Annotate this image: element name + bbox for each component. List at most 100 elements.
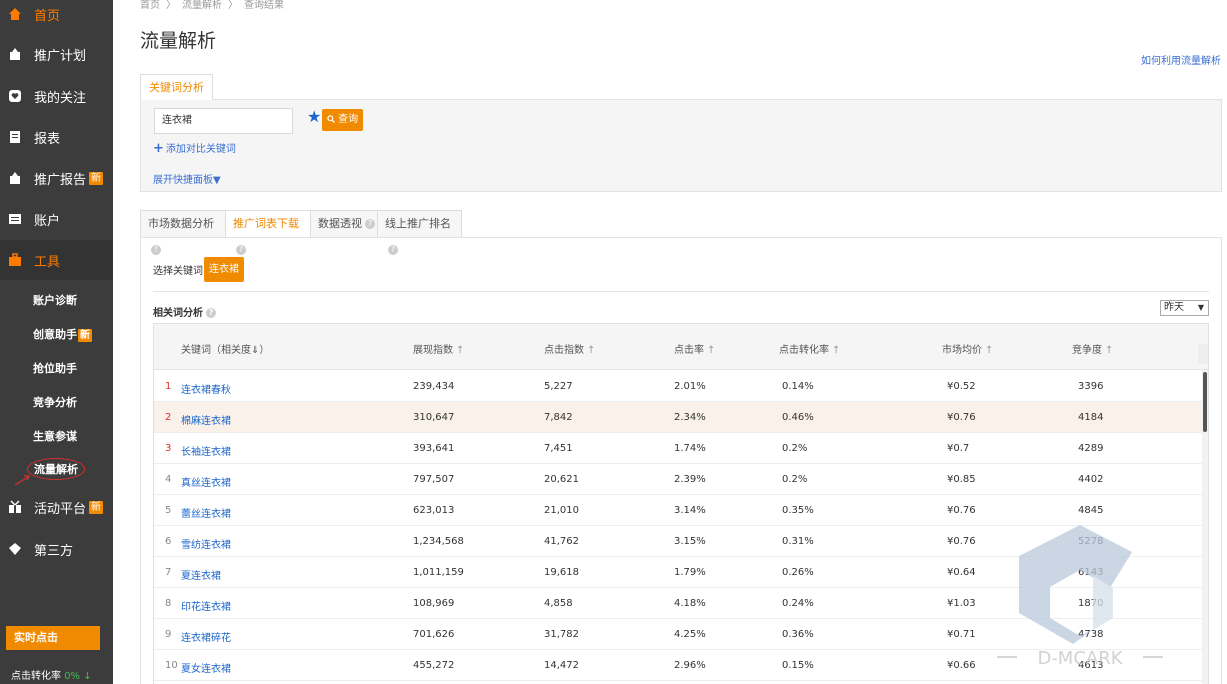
table-row[interactable]: 4 真丝连衣裙 797,507 20,621 2.39% 0.2% ¥0.85 4402	[154, 464, 1204, 495]
keyword-input[interactable]: 连衣裙	[154, 108, 293, 134]
keyword-link[interactable]: 雪纺连衣裙	[181, 536, 231, 551]
selected-keyword-chip[interactable]: 连衣裙	[204, 257, 244, 282]
tool-account-diagnosis[interactable]: 账户诊断	[33, 292, 77, 308]
col-show-index[interactable]: 展现指数 ↑	[413, 341, 464, 356]
cell-cvr: 0.24%	[782, 598, 814, 609]
tool-traffic-analysis[interactable]: 流量解析	[27, 458, 85, 480]
down-arrow-icon: ↓	[83, 671, 92, 682]
sidebar-item-plans[interactable]: 推广计划	[0, 34, 113, 74]
help-icon[interactable]: ?	[206, 308, 216, 318]
realtime-click-button[interactable]: 实时点击	[6, 626, 100, 650]
col-label: 点击转化率	[779, 345, 829, 356]
tool-creative-assistant[interactable]: 创意助手新	[33, 326, 92, 342]
scrollbar-thumb[interactable]	[1203, 372, 1207, 432]
table-row[interactable]: 5 蕾丝连衣裙 623,013 21,010 3.14% 0.35% ¥0.76 4845	[154, 495, 1204, 526]
tab-data-pivot[interactable]: 数据透视?	[310, 210, 378, 238]
sidebar-item-label: 推广计划	[34, 48, 87, 64]
cell-click-index: 20,621	[544, 474, 579, 485]
table-row[interactable]: 10 夏女连衣裙 455,272 14,472 2.96% 0.15% ¥0.66 4613	[154, 650, 1204, 681]
table-row[interactable]: 1 连衣裙春秋 239,434 5,227 2.01% 0.14% ¥0.52 3396	[154, 371, 1204, 402]
star-icon[interactable]: ★	[307, 109, 321, 125]
row-index: 4	[165, 474, 172, 485]
conversion-value: 0%	[64, 671, 81, 682]
sidebar-item-label: 工具	[34, 254, 61, 270]
breadcrumb-traffic[interactable]: 流量解析	[182, 0, 222, 11]
related-title-label: 相关词分析	[153, 308, 203, 319]
row-index: 1	[165, 381, 172, 392]
sidebar-item-account[interactable]: 账户	[0, 199, 113, 239]
table-row[interactable]: 9 连衣裙碎花 701,626 31,782 4.25% 0.36% ¥0.71 4738	[154, 619, 1204, 650]
cell-click-index: 14,472	[544, 660, 579, 671]
sort-arrow-icon: ↑	[832, 345, 841, 356]
table-row[interactable]: 2 棉麻连衣裙 310,647 7,842 2.34% 0.46% ¥0.76 4184	[154, 402, 1204, 433]
keyword-link[interactable]: 长袖连衣裙	[181, 443, 231, 458]
table-row[interactable]: 7 夏连衣裙 1,011,159 19,618 1.79% 0.26% ¥0.64 6143	[154, 557, 1204, 588]
sidebar-item-reports[interactable]: 报表	[0, 117, 113, 157]
cell-cvr: 0.2%	[782, 474, 808, 485]
add-compare-keyword-link[interactable]: + 添加对比关键词	[153, 140, 236, 156]
keyword-link[interactable]: 连衣裙春秋	[181, 381, 231, 396]
annotation-arrow-icon	[14, 475, 30, 486]
tool-label: 创意助手	[33, 328, 77, 341]
cell-cvr: 0.31%	[782, 536, 814, 547]
query-label: 查询	[338, 114, 359, 125]
col-price[interactable]: 市场均价 ↑	[942, 341, 993, 356]
breadcrumb-current: 查询结果	[244, 0, 284, 11]
breadcrumb-home[interactable]: 首页	[140, 0, 160, 11]
tool-rank-assistant[interactable]: 抢位助手	[33, 360, 77, 376]
col-label: 竞争度	[1072, 345, 1102, 356]
query-button[interactable]: 查询	[322, 109, 363, 131]
table-header: 关键词（相关度⇓） 展现指数 ↑ 点击指数 ↑ 点击率 ↑ 点击转化率 ↑ 市场均价 ↑ …	[154, 324, 1208, 370]
cell-cvr: 0.46%	[782, 412, 814, 423]
expand-quick-panel-link[interactable]: 展开快捷面板▼	[153, 171, 221, 186]
keyword-link[interactable]: 夏连衣裙	[181, 567, 221, 582]
cell-show-index: 108,969	[413, 598, 455, 609]
col-keyword[interactable]: 关键词（相关度⇓）	[181, 341, 269, 356]
tool-business-advisor[interactable]: 生意参谋	[33, 428, 77, 444]
keyword-link[interactable]: 真丝连衣裙	[181, 474, 231, 489]
keyword-link[interactable]: 连衣裙碎花	[181, 629, 231, 644]
keyword-link[interactable]: 棉麻连衣裙	[181, 412, 231, 427]
sidebar-item-follow[interactable]: 我的关注	[0, 76, 113, 116]
sidebar: 首页 推广计划 我的关注 报表 推广报告 新 账户 工具 账户诊断 创意助手新 …	[0, 0, 113, 684]
cell-cvr: 0.15%	[782, 660, 814, 671]
sidebar-item-home[interactable]: 首页	[0, 0, 113, 34]
cell-ctr: 2.96%	[674, 660, 706, 671]
col-click-index[interactable]: 点击指数 ↑	[544, 341, 595, 356]
row-index: 2	[165, 412, 172, 423]
col-label: 点击率	[674, 345, 704, 356]
sidebar-item-tools[interactable]: 工具	[0, 240, 113, 280]
col-ctr[interactable]: 点击率 ↑	[674, 341, 715, 356]
cell-show-index: 393,641	[413, 443, 455, 454]
search-icon	[327, 115, 335, 123]
tab-keyword-analysis[interactable]: 关键词分析	[140, 74, 213, 100]
sort-arrow-icon: ↑	[707, 345, 716, 356]
table-row[interactable]: 3 长袖连衣裙 393,641 7,451 1.74% 0.2% ¥0.7 4289	[154, 433, 1204, 464]
sidebar-item-third-party[interactable]: 第三方	[0, 529, 113, 569]
period-select[interactable]: 昨天 ▼	[1160, 300, 1209, 316]
sidebar-item-promo-report[interactable]: 推广报告 新	[0, 158, 113, 198]
tab-keyword-download[interactable]: 推广词表下载?	[225, 210, 311, 255]
tool-competition-analysis[interactable]: 竞争分析	[33, 394, 77, 410]
row-index: 6	[165, 536, 172, 547]
table-row[interactable]: 6 雪纺连衣裙 1,234,568 41,762 3.15% 0.31% ¥0.76 5278	[154, 526, 1204, 557]
table-row[interactable]: 8 印花连衣裙 108,969 4,858 4.18% 0.24% ¥1.03 1870	[154, 588, 1204, 619]
tab-label: 线上推广排名	[385, 217, 451, 230]
sort-arrow-icon: ↑	[1105, 345, 1114, 356]
col-competition[interactable]: 竞争度 ↑	[1072, 341, 1113, 356]
keyword-link[interactable]: 夏女连衣裙	[181, 660, 231, 675]
period-value: 昨天	[1164, 302, 1184, 313]
bag-icon	[8, 47, 22, 61]
cell-competition: 1870	[1078, 598, 1104, 609]
col-cvr[interactable]: 点击转化率 ↑	[779, 341, 840, 356]
help-icon[interactable]: ?	[365, 219, 375, 229]
keyword-link[interactable]: 蕾丝连衣裙	[181, 505, 231, 520]
cell-price: ¥1.03	[947, 598, 976, 609]
cell-price: ¥0.71	[947, 629, 976, 640]
sidebar-item-activities[interactable]: 活动平台 新	[0, 487, 113, 527]
tab-market-data[interactable]: 市场数据分析?	[140, 210, 226, 255]
tab-online-ranking[interactable]: 线上推广排名?	[377, 210, 462, 255]
conversion-label: 点击转化率	[11, 671, 61, 682]
help-link[interactable]: 如何利用流量解析	[1141, 52, 1221, 67]
keyword-link[interactable]: 印花连衣裙	[181, 598, 231, 613]
